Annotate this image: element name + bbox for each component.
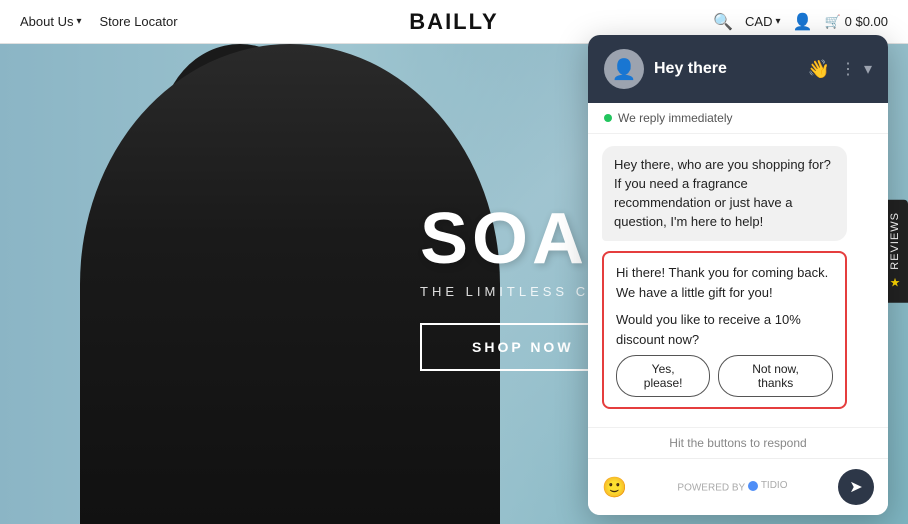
chat-hint: Hit the buttons to respond [588,427,888,458]
chat-more-button[interactable]: ⋮ [840,59,856,79]
chat-messages: Hey there, who are you shopping for? If … [588,134,888,427]
account-icon[interactable]: 👤 [793,12,813,32]
currency-label: CAD [745,14,772,29]
chat-status-bar: We reply immediately [588,103,888,134]
yes-please-button[interactable]: Yes, please! [616,355,710,397]
about-us-menu[interactable]: About Us ▾ [20,14,82,29]
reviews-label: REVIEWS [889,212,901,270]
avatar: 👤 [604,49,644,89]
cart-label: 0 $0.00 [845,14,888,29]
tidio-logo: TIDIO [748,480,788,491]
chat-minimize-button[interactable]: ▾ [864,59,872,79]
store-locator-link[interactable]: Store Locator [100,14,178,29]
cart-button[interactable]: 🛒 0 $0.00 [824,14,888,30]
chat-gift-message: Hi there! Thank you for coming back. We … [616,263,833,302]
chat-discount-message: Would you like to receive a 10% discount… [616,310,833,349]
chat-widget: 👤 Hey there 👋 ⋮ ▾ We reply immediately H… [588,35,888,515]
tidio-label: TIDIO [761,480,788,491]
chat-highlighted-message: Hi there! Thank you for coming back. We … [602,251,847,409]
currency-chevron-icon: ▾ [775,16,780,27]
online-indicator [604,114,612,122]
currency-selector[interactable]: CAD ▾ [745,14,780,29]
store-locator-label: Store Locator [100,14,178,29]
chat-response-buttons: Yes, please! Not now, thanks [616,355,833,397]
cart-icon: 🛒 [824,14,840,30]
chat-status-text: We reply immediately [618,111,732,125]
chat-header-actions: ⋮ ▾ [840,59,872,79]
chat-header-title: Hey there [654,60,798,78]
powered-by: POWERED BY TIDIO [635,480,830,494]
chat-header: 👤 Hey there 👋 ⋮ ▾ [588,35,888,103]
chat-message-1: Hey there, who are you shopping for? If … [602,146,847,241]
send-button[interactable]: ➤ [838,469,874,505]
not-now-button[interactable]: Not now, thanks [718,355,833,397]
about-us-label: About Us [20,14,73,29]
chat-message-1-text: Hey there, who are you shopping for? If … [614,157,831,229]
powered-by-label: POWERED BY [677,483,745,494]
tidio-dot-icon [748,481,758,491]
chat-footer: 🙂 POWERED BY TIDIO ➤ [588,458,888,515]
nav-left: About Us ▾ Store Locator [20,14,178,29]
wave-emoji: 👋 [808,59,830,80]
site-logo: BAILLY [409,9,498,35]
emoji-button[interactable]: 🙂 [602,475,627,500]
nav-right: 🔍 CAD ▾ 👤 🛒 0 $0.00 [713,12,888,32]
chat-hint-text: Hit the buttons to respond [669,436,806,450]
about-us-chevron-icon: ▾ [76,16,81,27]
search-icon[interactable]: 🔍 [713,12,733,32]
star-icon: ★ [888,276,902,291]
